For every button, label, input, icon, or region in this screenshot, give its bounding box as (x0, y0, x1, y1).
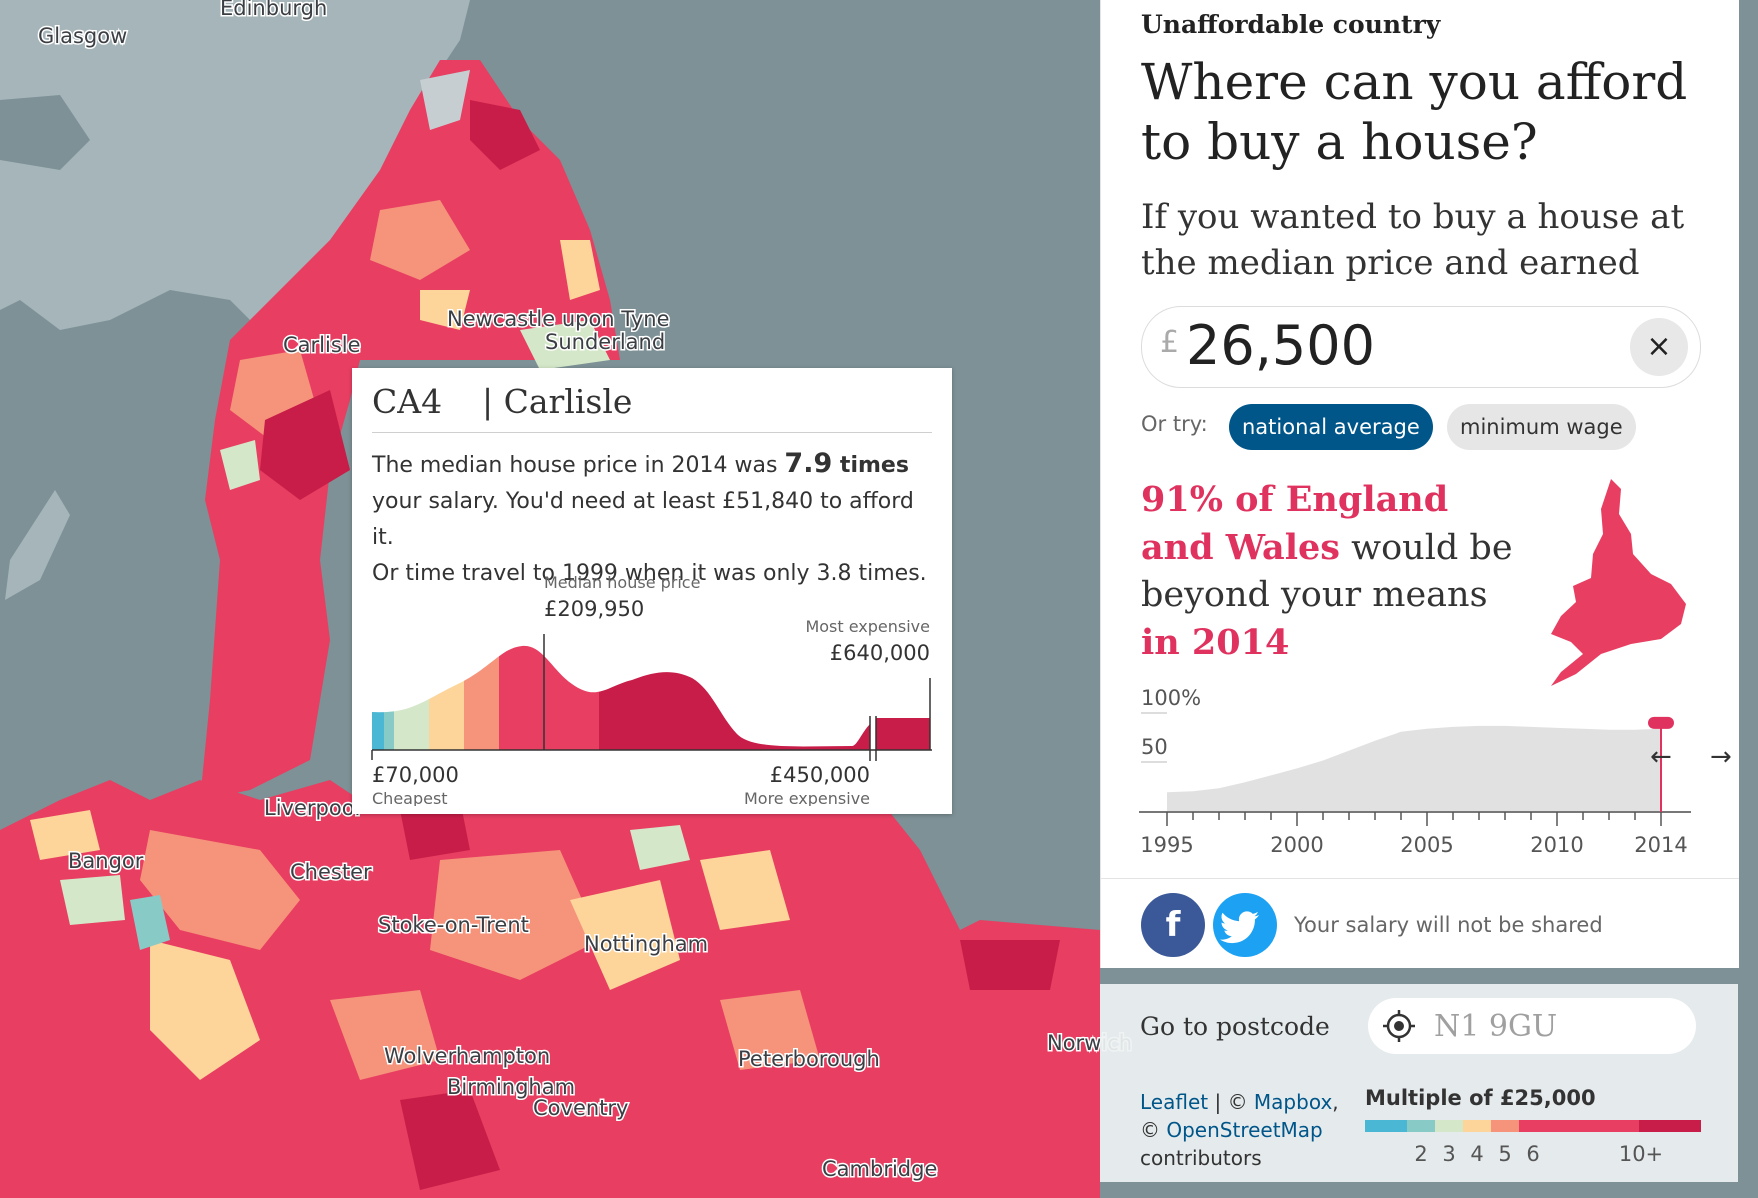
share-note: Your salary will not be shared (1294, 913, 1603, 937)
upper-value: £450,000 (770, 763, 870, 787)
result-statement: 91% of England and Wales would be beyond… (1141, 476, 1521, 667)
facebook-share-icon[interactable]: f (1141, 893, 1205, 957)
midlands-dark-3 (960, 940, 1060, 990)
most-expensive-bar (876, 718, 930, 750)
twitter-bird-icon (1220, 911, 1259, 944)
tooltip-line2: your salary. You'd need at least £51,840… (372, 489, 914, 550)
map-label-bangor: Bangor (68, 849, 144, 873)
trend-xlabel: 2010 (1530, 833, 1583, 857)
map-label-chester: Chester (290, 860, 372, 884)
tooltip-place: | Carlisle (482, 382, 633, 421)
upper-label: More expensive (744, 789, 870, 806)
affordability-trend-chart[interactable]: 100% 50 1995 2000 2005 2010 2014 ← → (1131, 676, 1741, 876)
map-label-sunderland: Sunderland (545, 330, 665, 354)
or-try-label: Or try: (1141, 412, 1208, 436)
legend-tick: 10+ (1618, 1142, 1664, 1166)
tooltip-times: times (832, 453, 909, 478)
minimum-wage-button[interactable]: minimum wage (1447, 404, 1636, 450)
kicker: Unaffordable country (1141, 10, 1441, 39)
map-attribution: Leaflet | © Mapbox, © OpenStreetMap cont… (1140, 1088, 1340, 1172)
share-bar: f Your salary will not be shared (1101, 878, 1739, 969)
goto-postcode-label: Go to postcode (1140, 1012, 1330, 1041)
standfirst: If you wanted to buy a house at the medi… (1141, 197, 1685, 283)
price-distribution-chart: Median house price £209,950 Most expensi… (371, 573, 932, 806)
england-wales-mini-map (1551, 479, 1686, 686)
legend-tick: 6 (1526, 1142, 1540, 1166)
result-year: in 2014 (1141, 622, 1290, 663)
salary-field: £ × (1141, 306, 1701, 388)
min-label: Cheapest (372, 789, 448, 806)
legend-tick: 5 (1498, 1142, 1512, 1166)
max-label: Most expensive (805, 617, 930, 636)
map-label-wolverhampton: Wolverhampton (384, 1044, 550, 1068)
map-label-glasgow: Glasgow (38, 24, 127, 48)
currency-symbol: £ (1160, 325, 1180, 360)
max-value: £640,000 (830, 641, 930, 665)
national-average-button[interactable]: national average (1229, 404, 1433, 450)
leaflet-link[interactable]: Leaflet (1140, 1090, 1208, 1114)
map-label-edinburgh: Edinburgh (220, 0, 327, 20)
postcode-input[interactable] (1434, 1004, 1674, 1048)
tooltip-header: CA4 | Carlisle (372, 382, 932, 433)
min-value: £70,000 (372, 763, 459, 787)
locate-icon[interactable] (1382, 1009, 1416, 1043)
legend-color-bar (1365, 1120, 1701, 1132)
trend-xlabel: 2000 (1270, 833, 1323, 857)
map-label-stoke: Stoke-on-Trent (378, 913, 529, 937)
map-label-coventry: Coventry (533, 1096, 628, 1120)
map-label-carlisle: Carlisle (283, 333, 361, 357)
tooltip-postcode: CA4 (372, 382, 443, 421)
trend-area (1167, 725, 1661, 812)
year-slider-handle[interactable] (1648, 716, 1674, 729)
trend-xlabel: 2014 (1634, 833, 1687, 857)
map-label-nottingham: Nottingham (584, 932, 708, 956)
year-forward-arrow[interactable]: → (1710, 742, 1732, 772)
distribution-area (372, 645, 870, 750)
tooltip-multiple: 7.9 (784, 448, 833, 479)
attrib-sep-1: | © (1208, 1090, 1254, 1114)
postcode-legend-panel: Go to postcode Leaflet | © Mapbox, © Ope… (1100, 984, 1738, 1182)
mini-map-shape (1551, 479, 1686, 686)
legend-title: Multiple of £25,000 (1365, 1086, 1596, 1110)
median-value: £209,950 (544, 597, 644, 621)
attrib-end: contributors (1140, 1146, 1262, 1170)
area-tooltip: CA4 | Carlisle The median house price in… (352, 368, 952, 814)
tooltip-line1-a: The median house price in 2014 was (372, 453, 785, 478)
mapbox-link[interactable]: Mapbox (1254, 1090, 1332, 1114)
wales-pale (60, 875, 125, 925)
clear-icon[interactable]: × (1630, 318, 1688, 376)
trend-xlabels: 1995 2000 2005 2010 2014 (1140, 833, 1687, 857)
legend-ticks: 2 3 4 5 6 10+ (1365, 1142, 1701, 1168)
postcode-search (1368, 998, 1696, 1054)
trend-ylabel-100: 100% (1141, 686, 1201, 710)
median-label: Median house price (544, 573, 700, 592)
headline: Where can you afford to buy a house? (1141, 53, 1688, 171)
legend-tick: 4 (1470, 1142, 1484, 1166)
trend-ylabel-50: 50 (1141, 735, 1168, 759)
openstreetmap-link[interactable]: OpenStreetMap (1166, 1118, 1322, 1142)
map-label-newcastle: Newcastle upon Tyne (447, 307, 670, 331)
trend-xlabel: 1995 (1140, 833, 1193, 857)
legend-tick: 2 (1414, 1142, 1428, 1166)
twitter-share-icon[interactable] (1213, 893, 1277, 957)
trend-xlabel: 2005 (1400, 833, 1453, 857)
salary-input[interactable] (1186, 313, 1586, 377)
year-back-arrow[interactable]: ← (1650, 742, 1672, 772)
trend-ticks (1166, 812, 1662, 826)
map-label-cambridge: Cambridge (822, 1157, 937, 1181)
map-label-peterborough: Peterborough (738, 1047, 880, 1071)
legend-tick: 3 (1442, 1142, 1456, 1166)
map-label-liverpool: Liverpool (264, 796, 360, 820)
info-panel: Unaffordable country Where can you affor… (1100, 0, 1739, 968)
